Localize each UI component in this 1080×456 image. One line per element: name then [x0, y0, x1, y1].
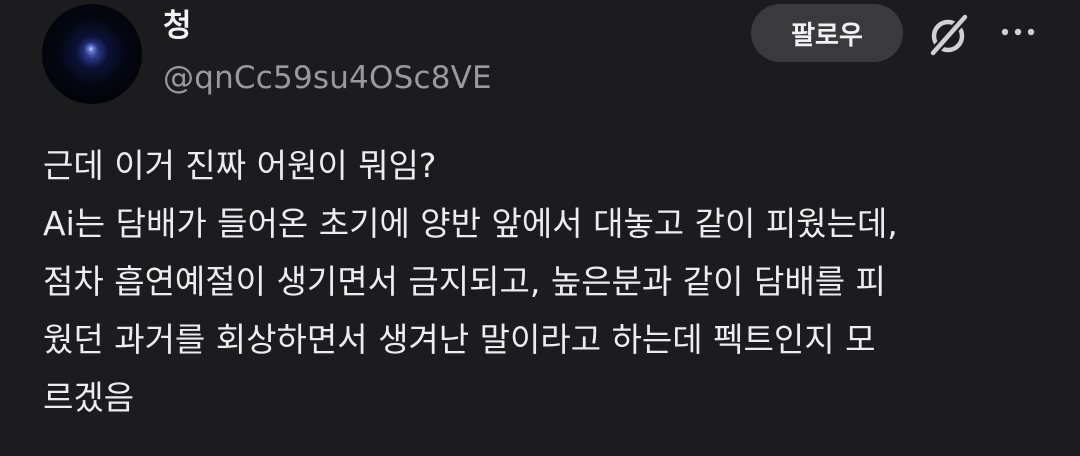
- grok-icon[interactable]: [926, 12, 972, 58]
- post-line: 근데 이거 진짜 어원이 뭐임?: [43, 146, 437, 185]
- post-line: 점차 흡연예절이 생기면서 금지되고, 높은분과 같이 담배를 피: [43, 262, 886, 301]
- follow-button[interactable]: 팔로우: [751, 4, 903, 62]
- more-icon[interactable]: [1000, 22, 1036, 42]
- avatar[interactable]: [42, 4, 142, 104]
- post-line: 웠던 과거를 회상하면서 생겨난 말이라고 하는데 펙트인지 모: [43, 320, 876, 359]
- avatar-sparkle: [84, 42, 98, 56]
- post-line: Ai는 담배가 들어온 초기에 양반 앞에서 대놓고 같이 피웠는데,: [43, 204, 898, 243]
- display-name[interactable]: 청: [163, 4, 192, 48]
- post-text: 근데 이거 진짜 어원이 뭐임? Ai는 담배가 들어온 초기에 양반 앞에서 …: [43, 137, 1063, 427]
- post-line: 르겠음: [43, 378, 135, 417]
- user-handle[interactable]: @qnCc59su4OSc8VE: [163, 56, 492, 100]
